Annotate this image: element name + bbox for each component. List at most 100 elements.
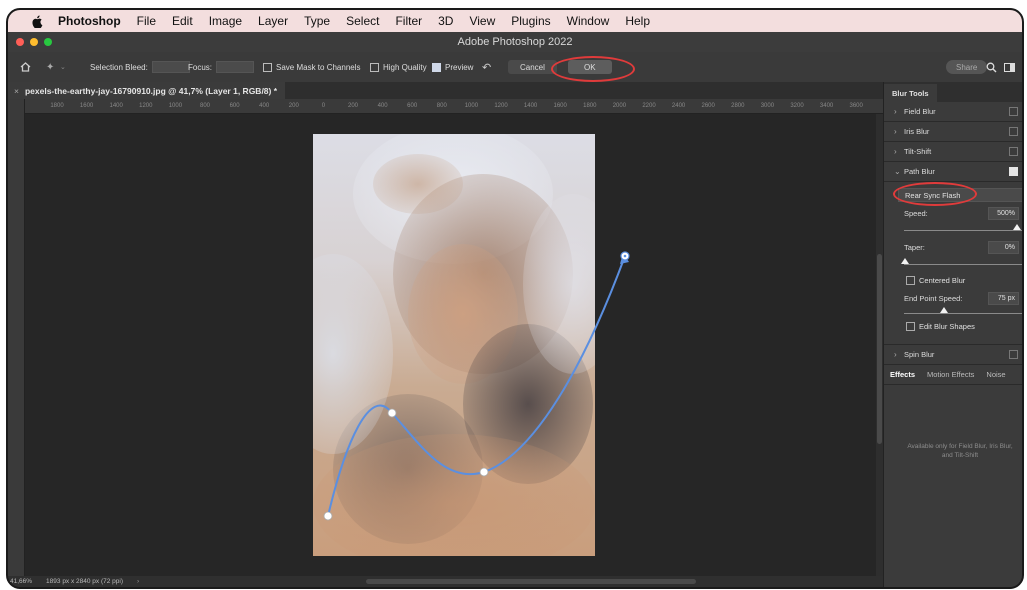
menu-edit[interactable]: Edit: [172, 14, 193, 28]
ok-highlight-annotation: [551, 56, 635, 82]
reset-icon[interactable]: ↶: [482, 52, 491, 82]
spin-blur-checkbox[interactable]: [1009, 350, 1018, 359]
iris-blur-checkbox[interactable]: [1009, 127, 1018, 136]
status-chevron-icon[interactable]: ›: [137, 578, 139, 585]
effects-unavailable-note: Available only for Field Blur, Iris Blur…: [907, 443, 1013, 459]
ruler-tick-label: 1000: [464, 103, 479, 109]
save-mask-check[interactable]: [263, 62, 272, 72]
minimize-window-button[interactable]: [30, 38, 38, 46]
menu-3d[interactable]: 3D: [438, 14, 453, 28]
high-quality-check[interactable]: [370, 62, 379, 72]
tab-effects[interactable]: Effects: [884, 370, 921, 379]
options-bar: ✦ ⌄ Selection Bleed: Focus: Save Mask to…: [8, 52, 1022, 83]
field-blur-section[interactable]: › Field Blur: [884, 102, 1022, 122]
menu-image[interactable]: Image: [209, 14, 242, 28]
cancel-button[interactable]: Cancel: [508, 60, 557, 74]
menu-plugins[interactable]: Plugins: [511, 14, 550, 28]
apple-icon[interactable]: [32, 15, 44, 28]
menu-help[interactable]: Help: [625, 14, 650, 28]
preview-checkbox[interactable]: Preview: [432, 52, 473, 82]
preview-check[interactable]: [432, 62, 441, 72]
menu-view[interactable]: View: [469, 14, 495, 28]
edit-blur-shapes-checkbox[interactable]: Edit Blur Shapes: [906, 322, 975, 331]
blur-tool-icon[interactable]: ✦: [46, 52, 54, 82]
app-window: Photoshop File Edit Image Layer Type Sel…: [6, 8, 1024, 589]
menu-layer[interactable]: Layer: [258, 14, 288, 28]
end-point-speed-slider[interactable]: [904, 307, 1022, 314]
path-curve-handle[interactable]: [479, 467, 489, 477]
taper-slider-knob[interactable]: [901, 258, 909, 264]
menu-select[interactable]: Select: [346, 14, 379, 28]
document-tab[interactable]: × pexels-the-earthy-jay-16790910.jpg @ 4…: [8, 82, 286, 99]
zoom-level[interactable]: 41,66%: [10, 578, 32, 585]
menu-filter[interactable]: Filter: [395, 14, 422, 28]
save-mask-checkbox[interactable]: Save Mask to Channels: [263, 52, 361, 82]
ruler-tick-label: 1400: [523, 103, 538, 109]
ruler-tick-label: 800: [436, 103, 447, 109]
menu-window[interactable]: Window: [567, 14, 610, 28]
focus-label: Focus:: [188, 62, 213, 72]
search-icon[interactable]: [986, 52, 997, 82]
high-quality-label: High Quality: [383, 62, 427, 72]
path-blur-checkbox[interactable]: [1009, 167, 1018, 176]
high-quality-checkbox[interactable]: High Quality: [370, 52, 427, 82]
ruler-tick-label: 1400: [109, 103, 123, 109]
edit-blur-shapes-check[interactable]: [906, 322, 915, 331]
menu-file[interactable]: File: [137, 14, 156, 28]
close-tab-icon[interactable]: ×: [14, 86, 19, 96]
tab-noise[interactable]: Noise: [980, 370, 1011, 379]
menu-bar: Photoshop File Edit Image Layer Type Sel…: [8, 10, 1022, 32]
taper-label: Taper:: [904, 243, 925, 252]
menu-app-photoshop[interactable]: Photoshop: [58, 14, 121, 28]
tool-preset-chevron-icon[interactable]: ⌄: [60, 52, 66, 82]
document-dimensions: 1893 px x 2840 px (72 ppi): [46, 578, 124, 585]
ruler-tick-label: 0: [321, 103, 326, 109]
ruler-tick-label: 2200: [642, 103, 656, 109]
speed-value[interactable]: 500%: [988, 207, 1019, 220]
horizontal-scrollbar[interactable]: [366, 579, 696, 584]
blur-tools-tab[interactable]: Blur Tools: [884, 84, 937, 102]
end-point-speed-value[interactable]: 75 px: [988, 292, 1019, 305]
tilt-shift-checkbox[interactable]: [1009, 147, 1018, 156]
path-blur-curve[interactable]: [25, 114, 876, 576]
ruler-tick-label: 2400: [671, 103, 686, 109]
focus-control: Focus:: [188, 52, 255, 82]
spin-blur-section[interactable]: › Spin Blur: [884, 345, 1022, 365]
ruler-tick-label: 1600: [553, 103, 567, 109]
speed-slider-knob[interactable]: [1013, 224, 1021, 230]
selection-bleed-control: Selection Bleed:: [90, 52, 190, 82]
taper-value[interactable]: 0%: [988, 241, 1019, 254]
status-bar: 41,66% 1893 px x 2840 px (72 ppi) ›: [8, 576, 883, 587]
taper-slider[interactable]: [901, 258, 1022, 265]
centered-blur-checkbox[interactable]: Centered Blur: [906, 276, 965, 285]
close-window-button[interactable]: [16, 38, 24, 46]
centered-blur-check[interactable]: [906, 276, 915, 285]
path-blur-section[interactable]: ⌄ Path Blur: [884, 162, 1022, 182]
workspace-icon[interactable]: [1004, 52, 1015, 82]
ruler-tick-label: 1800: [50, 103, 64, 109]
end-point-speed-knob[interactable]: [940, 307, 948, 313]
path-start-handle[interactable]: [323, 511, 333, 521]
zoom-window-button[interactable]: [44, 38, 52, 46]
path-blur-settings: Rear Sync Flash ⌄ Speed: 500% Taper: 0% …: [884, 182, 1022, 345]
iris-blur-section[interactable]: › Iris Blur: [884, 122, 1022, 142]
selection-bleed-input[interactable]: [151, 61, 190, 73]
share-button[interactable]: Share: [946, 60, 988, 74]
chevron-right-icon: ›: [894, 107, 897, 116]
document-tab-title: pexels-the-earthy-jay-16790910.jpg @ 41,…: [24, 85, 278, 96]
ruler-tick-label: 3600: [849, 103, 863, 109]
tilt-shift-section[interactable]: › Tilt-Shift: [884, 142, 1022, 162]
focus-input[interactable]: [216, 61, 255, 73]
document-canvas[interactable]: [25, 114, 876, 576]
ruler-tick-label: 3000: [760, 103, 775, 109]
field-blur-label: Field Blur: [904, 107, 936, 116]
field-blur-checkbox[interactable]: [1009, 107, 1018, 116]
path-curve-handle[interactable]: [387, 408, 397, 418]
speed-slider[interactable]: [904, 224, 1022, 231]
tab-motion-effects[interactable]: Motion Effects: [921, 370, 980, 379]
window-controls: [16, 38, 52, 46]
home-icon[interactable]: [20, 52, 31, 82]
ruler-tick-label: 400: [377, 103, 388, 109]
menu-type[interactable]: Type: [304, 14, 330, 28]
vertical-scrollbar[interactable]: [876, 114, 883, 576]
